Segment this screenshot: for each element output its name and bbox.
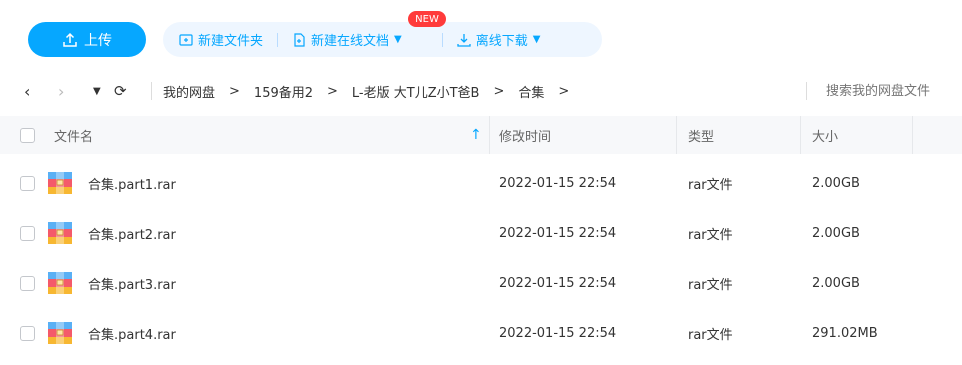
row-checkbox[interactable]	[20, 225, 35, 241]
forward-arrow-icon[interactable]: ›	[58, 74, 64, 108]
file-name[interactable]: 合集.part4.rar	[88, 324, 176, 343]
breadcrumb-item[interactable]: L-老版 大T儿Z小T爸B	[352, 82, 480, 101]
table-row[interactable]: 合集.part1.rar 2022-01-15 22:54 rar文件 2.00GB	[0, 158, 962, 208]
new-folder-button[interactable]: 新建文件夹	[179, 22, 263, 57]
search-input[interactable]	[812, 74, 962, 108]
breadcrumb-separator-icon: >	[229, 83, 240, 99]
chevron-down-icon: ▼	[394, 34, 402, 45]
column-header-modified[interactable]: 修改时间	[499, 126, 551, 145]
file-type: rar文件	[688, 277, 733, 293]
new-folder-icon	[179, 33, 193, 46]
breadcrumb-item[interactable]: 我的网盘	[163, 82, 215, 101]
rar-file-icon	[48, 272, 72, 294]
breadcrumb-item[interactable]: 合集	[518, 82, 544, 101]
file-modified-time: 2022-01-15 22:54	[499, 175, 617, 191]
chevron-down-icon: ▼	[532, 34, 541, 45]
history-dropdown-icon[interactable]: ▼	[93, 74, 101, 108]
column-header-size[interactable]: 大小	[812, 126, 838, 145]
column-divider	[676, 116, 677, 154]
back-arrow-icon[interactable]: ‹	[24, 74, 30, 108]
file-name[interactable]: 合集.part3.rar	[88, 274, 176, 293]
column-divider	[912, 116, 913, 154]
download-icon	[457, 33, 471, 47]
rar-file-icon	[48, 222, 72, 244]
file-name[interactable]: 合集.part2.rar	[88, 224, 176, 243]
file-name[interactable]: 合集.part1.rar	[88, 174, 176, 193]
file-type: rar文件	[688, 227, 733, 243]
table-header: 文件名 ↑ 修改时间 类型 大小	[0, 116, 962, 154]
toolbar: 上传 新建文件夹 新建在线文档 ▼ 离线下载 ▼ NEW	[0, 0, 962, 70]
row-checkbox[interactable]	[20, 275, 35, 291]
new-online-doc-button[interactable]: 新建在线文档 ▼	[292, 22, 402, 57]
row-checkbox[interactable]	[20, 175, 35, 191]
column-header-type[interactable]: 类型	[688, 126, 714, 145]
file-size: 291.02MB	[812, 325, 878, 341]
file-type: rar文件	[688, 177, 733, 193]
row-checkbox[interactable]	[20, 325, 35, 341]
file-type: rar文件	[688, 327, 733, 343]
table-row[interactable]: 合集.part2.rar 2022-01-15 22:54 rar文件 2.00GB	[0, 208, 962, 258]
toolbar-group: 新建文件夹 新建在线文档 ▼ 离线下载 ▼	[163, 22, 602, 57]
breadcrumb-separator-icon: >	[493, 83, 505, 99]
nav-divider	[151, 82, 152, 100]
upload-icon	[63, 32, 77, 47]
new-badge: NEW	[408, 11, 446, 27]
toolbar-divider	[277, 32, 279, 47]
file-modified-time: 2022-01-15 22:54	[499, 275, 617, 291]
rar-file-icon	[48, 322, 72, 344]
table-row[interactable]: 合集.part4.rar 2022-01-15 22:54 rar文件 291.02M…	[0, 308, 962, 358]
toolbar-divider	[441, 32, 443, 47]
new-online-doc-label: 新建在线文档	[311, 34, 390, 49]
file-modified-time: 2022-01-15 22:54	[499, 325, 617, 341]
upload-label: 上传	[84, 32, 112, 49]
search-divider	[806, 82, 807, 100]
file-size: 2.00GB	[812, 175, 860, 191]
file-modified-time: 2022-01-15 22:54	[499, 225, 617, 241]
refresh-icon[interactable]: ⟳	[114, 74, 127, 108]
file-size: 2.00GB	[812, 225, 860, 241]
column-header-name[interactable]: 文件名	[54, 126, 93, 145]
column-divider	[800, 116, 801, 154]
offline-download-button[interactable]: 离线下载 ▼	[457, 22, 541, 57]
nav-bar: ‹ › ▼ ⟳ 我的网盘 > 159备用2 > L-老版 大T儿Z小T爸B > …	[0, 74, 962, 108]
column-divider	[489, 116, 490, 154]
upload-button[interactable]: 上传	[28, 22, 146, 57]
new-folder-label: 新建文件夹	[198, 34, 264, 49]
breadcrumb-separator-icon: >	[327, 83, 338, 99]
table-row[interactable]: 合集.part3.rar 2022-01-15 22:54 rar文件 2.00GB	[0, 258, 962, 308]
breadcrumb-separator-icon: >	[558, 83, 570, 99]
select-all-checkbox[interactable]	[20, 127, 35, 143]
file-size: 2.00GB	[812, 275, 860, 291]
offline-download-label: 离线下载	[475, 34, 528, 49]
breadcrumb-item[interactable]: 159备用2	[254, 82, 313, 101]
breadcrumb: 我的网盘 > 159备用2 > L-老版 大T儿Z小T爸B > 合集 >	[163, 74, 583, 108]
sort-ascending-icon[interactable]: ↑	[470, 127, 482, 143]
new-doc-icon	[294, 32, 305, 47]
rar-file-icon	[48, 172, 72, 194]
